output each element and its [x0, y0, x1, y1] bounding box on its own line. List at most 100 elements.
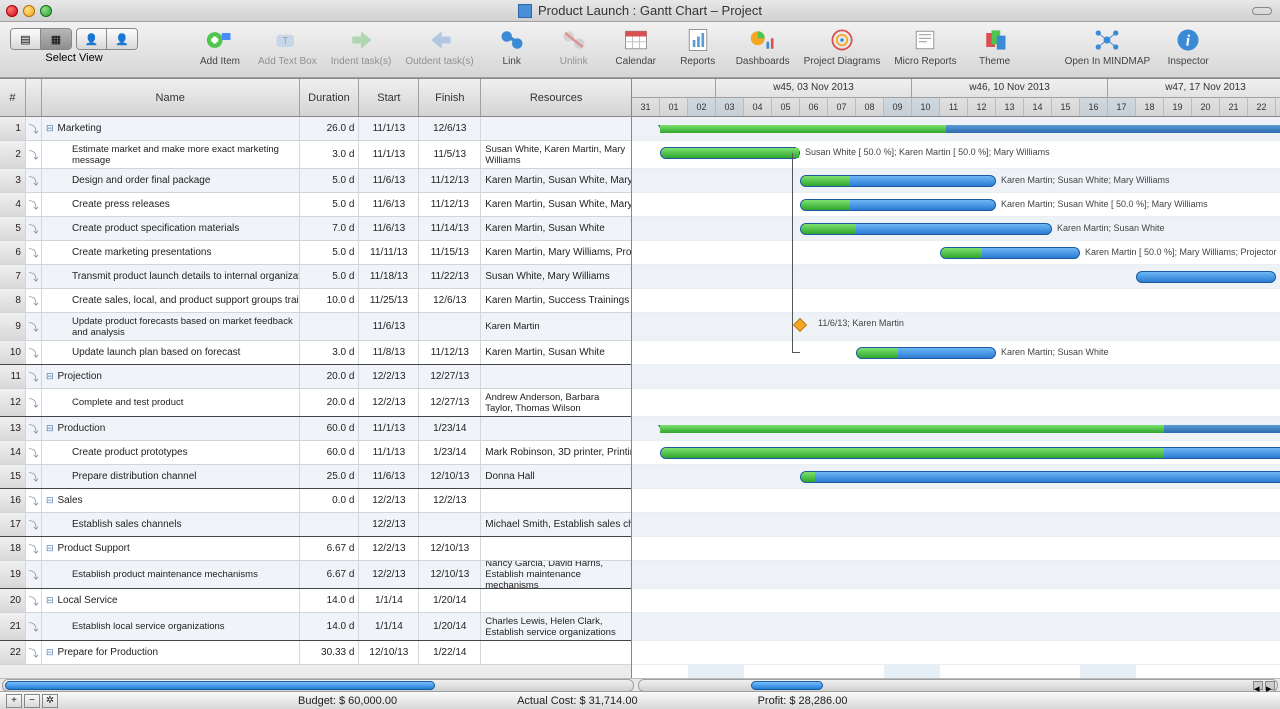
gantt-row[interactable] — [632, 561, 1280, 589]
outline-icon[interactable]: ⤵ — [26, 365, 42, 388]
unlink-button[interactable]: Unlink — [550, 26, 598, 67]
micro-reports-button[interactable]: Micro Reports — [894, 26, 956, 67]
task-name[interactable]: Update product forecasts based on market… — [42, 313, 300, 340]
task-finish[interactable]: 1/23/14 — [419, 441, 481, 464]
task-row[interactable]: 8⤵Create sales, local, and product suppo… — [0, 289, 631, 313]
task-bar[interactable]: Karen Martin; Susan White; Mary Williams — [800, 175, 996, 187]
collapse-icon[interactable]: ⊟ — [46, 371, 54, 382]
task-resources[interactable] — [481, 417, 631, 440]
task-bar[interactable]: Karen Martin [ 50.0 %]; Mary Williams; P… — [940, 247, 1080, 259]
task-row[interactable]: 19⤵Establish product maintenance mechani… — [0, 561, 631, 589]
indent-button[interactable]: Indent task(s) — [331, 26, 392, 67]
task-bar[interactable] — [660, 447, 1280, 459]
task-duration[interactable]: 14.0 d — [300, 613, 360, 640]
gantt-row[interactable] — [632, 289, 1280, 313]
task-duration[interactable]: 60.0 d — [300, 441, 360, 464]
task-row[interactable]: 11⤵⊟Projection20.0 d12/2/1312/27/13 — [0, 365, 631, 389]
task-finish[interactable]: 11/12/13 — [419, 341, 481, 364]
task-row[interactable]: 17⤵Establish sales channels12/2/13Michae… — [0, 513, 631, 537]
dashboards-button[interactable]: Dashboards — [736, 26, 790, 67]
grid-h-scrollbar[interactable] — [2, 679, 634, 692]
gantt-row[interactable] — [632, 513, 1280, 537]
task-start[interactable]: 12/2/13 — [359, 513, 419, 536]
col-number[interactable]: # — [0, 79, 26, 116]
task-name[interactable]: ⊟Local Service — [42, 589, 300, 612]
task-row[interactable]: 16⤵⊟Sales0.0 d12/2/1312/2/13 — [0, 489, 631, 513]
task-start[interactable]: 11/1/13 — [359, 117, 419, 140]
outline-icon[interactable]: ⤵ — [26, 389, 42, 416]
task-resources[interactable]: Mark Robinson, 3D printer, Printing mate… — [481, 441, 631, 464]
task-finish[interactable]: 12/27/13 — [419, 389, 481, 416]
task-duration[interactable]: 20.0 d — [300, 389, 360, 416]
collapse-icon[interactable]: ⊟ — [46, 595, 54, 606]
outline-icon[interactable]: ⤵ — [26, 613, 42, 640]
project-diagrams-button[interactable]: Project Diagrams — [804, 26, 881, 67]
task-duration[interactable]: 14.0 d — [300, 589, 360, 612]
task-duration[interactable]: 5.0 d — [300, 241, 360, 264]
outline-icon[interactable]: ⤵ — [26, 313, 42, 340]
outline-icon[interactable]: ⤵ — [26, 561, 42, 588]
task-start[interactable]: 1/1/14 — [359, 613, 419, 640]
gantt-row[interactable] — [632, 389, 1280, 417]
task-row[interactable]: 14⤵Create product prototypes60.0 d11/1/1… — [0, 441, 631, 465]
gantt-row[interactable] — [632, 641, 1280, 665]
task-duration[interactable]: 26.0 d — [300, 117, 360, 140]
task-name[interactable]: ⊟Marketing — [42, 117, 300, 140]
task-start[interactable]: 12/2/13 — [359, 537, 419, 560]
task-name[interactable]: ⊟Prepare for Production — [42, 641, 300, 664]
task-resources[interactable]: Nancy Garcia, David Harris, Establish ma… — [481, 561, 631, 588]
gantt-body[interactable]: Susan White [ 50.0 %]; Karen Martin [ 50… — [632, 117, 1280, 678]
task-name[interactable]: ⊟Production — [42, 417, 300, 440]
link-button[interactable]: Link — [488, 26, 536, 67]
task-resources[interactable]: Karen Martin, Susan White — [481, 217, 631, 240]
task-finish[interactable]: 12/10/13 — [419, 537, 481, 560]
task-start[interactable]: 11/6/13 — [359, 217, 419, 240]
task-start[interactable]: 12/2/13 — [359, 365, 419, 388]
status-remove-button[interactable]: − — [24, 694, 40, 708]
task-start[interactable]: 12/2/13 — [359, 561, 419, 588]
task-start[interactable]: 11/25/13 — [359, 289, 419, 312]
collapse-icon[interactable]: ⊟ — [46, 123, 54, 134]
add-item-button[interactable]: Add Item — [196, 26, 244, 67]
task-name[interactable]: Create product prototypes — [42, 441, 300, 464]
task-name[interactable]: Transmit product launch details to inter… — [42, 265, 300, 288]
outline-icon[interactable]: ⤵ — [26, 289, 42, 312]
task-resources[interactable] — [481, 489, 631, 512]
col-duration[interactable]: Duration — [300, 79, 360, 116]
task-start[interactable]: 11/1/13 — [359, 141, 419, 168]
col-resources[interactable]: Resources — [481, 79, 631, 116]
task-finish[interactable]: 11/12/13 — [419, 169, 481, 192]
summary-bar[interactable] — [660, 425, 1280, 433]
task-name[interactable]: ⊟Product Support — [42, 537, 300, 560]
view-segment-list-icon[interactable]: ▤ — [11, 29, 41, 49]
task-finish[interactable] — [419, 513, 481, 536]
task-name[interactable]: Complete and test product — [42, 389, 300, 416]
task-resources[interactable] — [481, 365, 631, 388]
open-in-mindmap-button[interactable]: Open In MINDMAP — [1065, 26, 1151, 67]
task-name[interactable]: ⊟Projection — [42, 365, 300, 388]
task-name[interactable]: Create marketing presentations — [42, 241, 300, 264]
task-row[interactable]: 13⤵⊟Production60.0 d11/1/131/23/14 — [0, 417, 631, 441]
task-finish[interactable]: 1/23/14 — [419, 417, 481, 440]
task-row[interactable]: 22⤵⊟Prepare for Production30.33 d12/10/1… — [0, 641, 631, 665]
task-resources[interactable] — [481, 641, 631, 664]
task-name[interactable]: ⊟Sales — [42, 489, 300, 512]
gantt-row[interactable] — [632, 537, 1280, 561]
gantt-row[interactable] — [632, 313, 1280, 341]
outline-icon[interactable]: ⤵ — [26, 117, 42, 140]
task-duration[interactable]: 60.0 d — [300, 417, 360, 440]
task-resources[interactable]: Michael Smith, Establish sales channels — [481, 513, 631, 536]
task-resources[interactable]: Susan White, Karen Martin, Mary Williams — [481, 141, 631, 168]
task-name[interactable]: Establish sales channels — [42, 513, 300, 536]
task-resources[interactable]: Susan White, Mary Williams — [481, 265, 631, 288]
task-row[interactable]: 2⤵Estimate market and make more exact ma… — [0, 141, 631, 169]
task-name[interactable]: Establish product maintenance mechanisms — [42, 561, 300, 588]
outline-icon[interactable]: ⤵ — [26, 465, 42, 488]
task-finish[interactable]: 11/12/13 — [419, 193, 481, 216]
task-resources[interactable]: Karen Martin — [481, 313, 631, 340]
col-start[interactable]: Start — [359, 79, 419, 116]
zoom-window-button[interactable] — [40, 5, 52, 17]
collapse-icon[interactable]: ⊟ — [46, 495, 54, 506]
grid-body[interactable]: 1⤵⊟Marketing26.0 d11/1/1312/6/132⤵Estima… — [0, 117, 631, 678]
task-bar[interactable]: Karen Martin; Susan White — [856, 347, 996, 359]
